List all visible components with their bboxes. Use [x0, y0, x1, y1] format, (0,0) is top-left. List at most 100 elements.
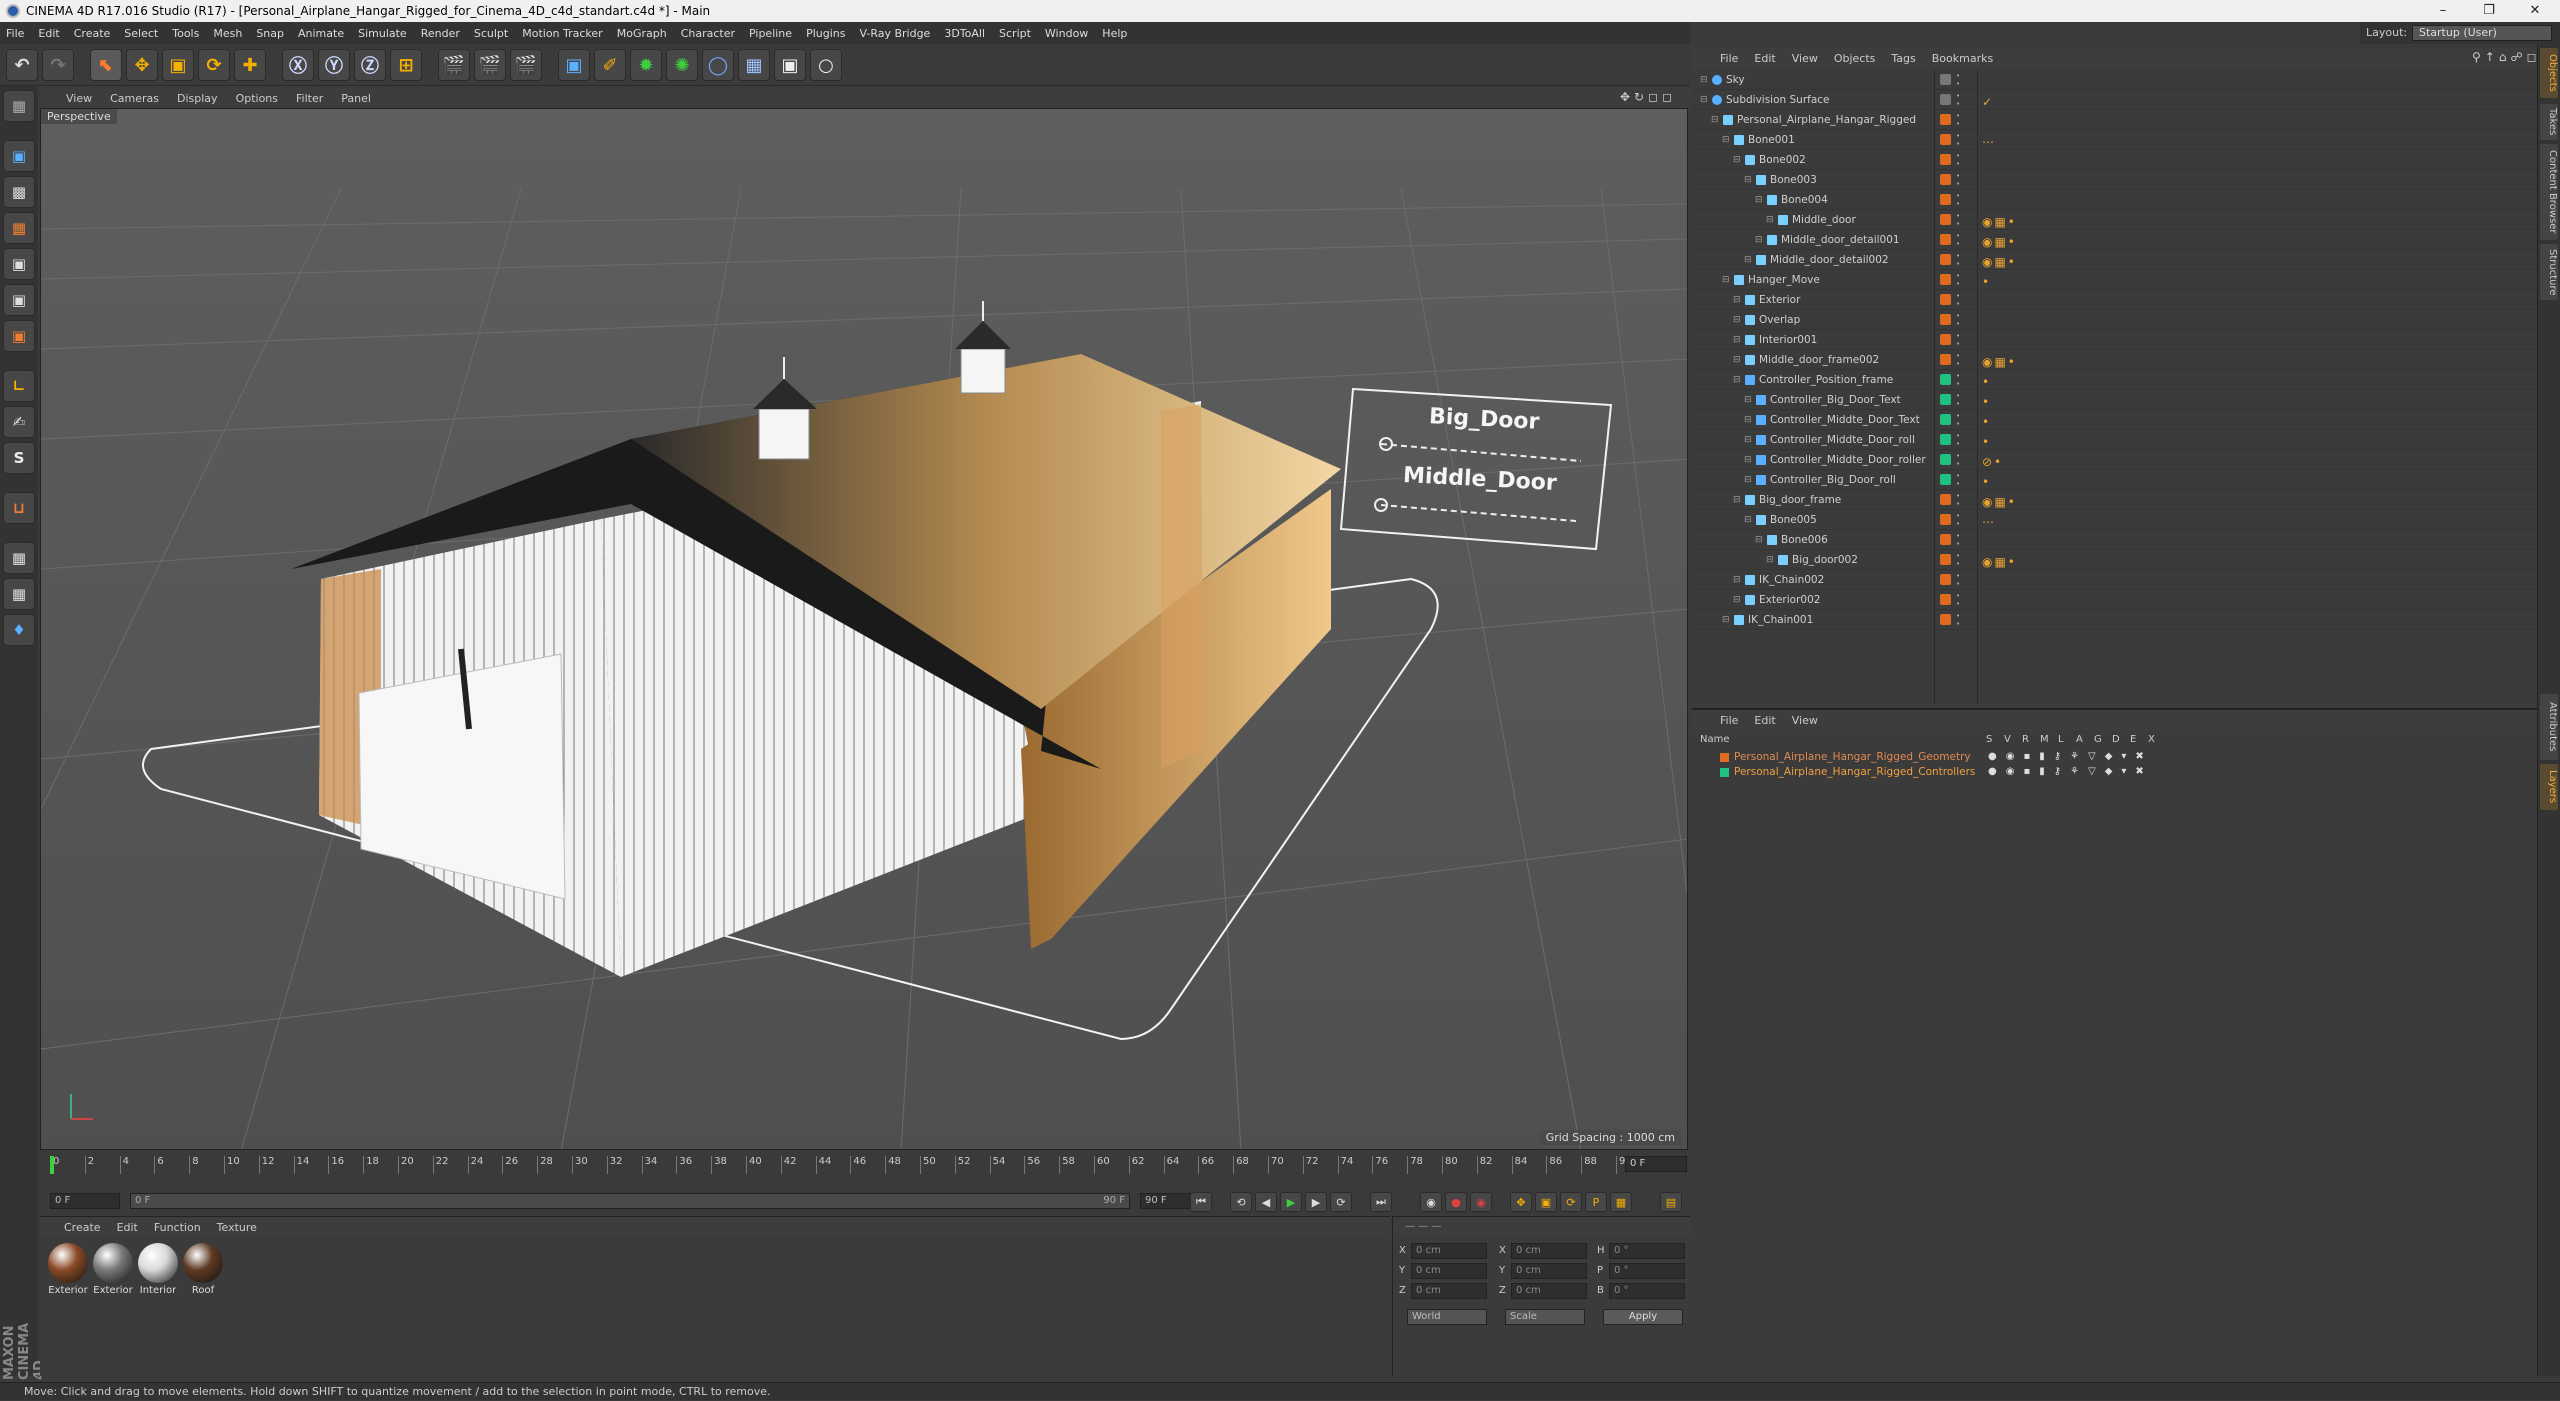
object-tags[interactable]: ◉▦• — [1982, 552, 2017, 572]
expand-icon[interactable]: ⊟ — [1744, 510, 1752, 530]
light-icon[interactable]: ○ — [810, 49, 842, 81]
polygons-mode-icon[interactable]: ▣ — [3, 320, 35, 352]
material-swatch[interactable]: Exterior — [91, 1241, 135, 1299]
object-row[interactable]: ⊟ Exterior • • — [1692, 290, 2537, 310]
menu-snap[interactable]: Snap — [256, 27, 284, 40]
menu-motion-tracker[interactable]: Motion Tracker — [522, 27, 602, 40]
coord-field[interactable]: 0 ° — [1609, 1263, 1685, 1279]
visibility-dots-icon[interactable]: • • — [1956, 132, 1960, 148]
visibility-dots-icon[interactable]: • • — [1956, 552, 1960, 568]
layer-color-tag[interactable] — [1940, 234, 1951, 245]
visibility-dots-icon[interactable]: • • — [1956, 72, 1960, 88]
visibility-dots-icon[interactable]: • • — [1956, 332, 1960, 348]
menu-mograph[interactable]: MoGraph — [617, 27, 667, 40]
current-frame-field[interactable]: 0 F — [1625, 1156, 1687, 1172]
material-swatch[interactable]: Exterior — [46, 1241, 90, 1299]
viewport-menu-display[interactable]: Display — [177, 92, 218, 105]
deformer-icon[interactable]: ◯ — [702, 49, 734, 81]
magnet-icon[interactable]: ⊔ — [3, 492, 35, 524]
expand-icon[interactable]: ⊟ — [1744, 250, 1752, 270]
layer-color-tag[interactable] — [1940, 414, 1951, 425]
expand-icon[interactable]: ⊟ — [1755, 530, 1763, 550]
object-row[interactable]: ⊟ IK_Chain002 • • — [1692, 570, 2537, 590]
object-row[interactable]: ⊟ Exterior002 • • — [1692, 590, 2537, 610]
expand-icon[interactable]: ⊟ — [1744, 430, 1752, 450]
layer-color-tag[interactable] — [1940, 214, 1951, 225]
object-tags[interactable]: ✓ — [1982, 92, 1994, 112]
autokey-icon[interactable]: ◉ — [1470, 1192, 1492, 1212]
expand-icon[interactable]: ⊟ — [1700, 70, 1708, 90]
material-menu-function[interactable]: Function — [154, 1221, 201, 1234]
redo-icon[interactable]: ↷ — [42, 49, 74, 81]
viewport-menu-options[interactable]: Options — [236, 92, 278, 105]
expand-icon[interactable]: ⊟ — [1733, 310, 1741, 330]
visibility-dots-icon[interactable]: • • — [1956, 592, 1960, 608]
apply-button[interactable]: Apply — [1603, 1309, 1683, 1325]
object-tags[interactable]: ◉▦• — [1982, 492, 2017, 512]
expand-icon[interactable]: ⊟ — [1744, 410, 1752, 430]
layer-color-tag[interactable] — [1940, 334, 1951, 345]
layer-color-tag[interactable] — [1940, 134, 1951, 145]
spline-pen-icon[interactable]: ✐ — [594, 49, 626, 81]
key-scale-icon[interactable]: ▣ — [1535, 1192, 1557, 1212]
object-row[interactable]: ⊟ Bone004 • • — [1692, 190, 2537, 210]
object-row[interactable]: ⊟ Controller_Big_Door_Text • • • — [1692, 390, 2537, 410]
menu-window[interactable]: Window — [1045, 27, 1088, 40]
object-row[interactable]: ⊟ Hanger_Move • • • — [1692, 270, 2537, 290]
menu-edit[interactable]: Edit — [38, 27, 59, 40]
timeline-ruler[interactable]: 0 2 4 6 8 10 12 14 16 18 20 22 24 26 28 30 32 34 36 38 40 42 4… — [50, 1156, 1632, 1174]
layer-color-tag[interactable] — [1940, 614, 1951, 625]
undo-icon[interactable]: ↶ — [6, 49, 38, 81]
object-tags[interactable]: ⋯ — [1982, 132, 1996, 152]
expand-icon[interactable]: ⊟ — [1711, 110, 1719, 130]
add-icon[interactable]: ✚ — [234, 49, 266, 81]
object-menu-objects[interactable]: Objects — [1834, 52, 1876, 65]
layer-toggle-icons[interactable]: ●◉▪▮⚷⚘▽◆▾✖ — [1988, 750, 2153, 764]
coord-field[interactable]: 0 ° — [1609, 1243, 1685, 1259]
layer-color-tag[interactable] — [1940, 574, 1951, 585]
object-tags[interactable]: ⊘• — [1982, 452, 2003, 472]
object-row[interactable]: ⊟ Bone002 • • — [1692, 150, 2537, 170]
object-row[interactable]: ⊟ Bone003 • • — [1692, 170, 2537, 190]
visibility-dots-icon[interactable]: • • — [1956, 492, 1960, 508]
object-row[interactable]: ⊟ Bone005 • • ⋯ — [1692, 510, 2537, 530]
menu-select[interactable]: Select — [124, 27, 158, 40]
layer-color-tag[interactable] — [1940, 454, 1951, 465]
key-parameter-icon[interactable]: P — [1585, 1192, 1607, 1212]
visibility-dots-icon[interactable]: • • — [1956, 432, 1960, 448]
y-axis-icon[interactable]: Ⓨ — [318, 49, 350, 81]
layer-color-tag[interactable] — [1940, 114, 1951, 125]
visibility-dots-icon[interactable]: • • — [1956, 352, 1960, 368]
visibility-dots-icon[interactable]: • • — [1956, 292, 1960, 308]
tab-layers[interactable]: Layers — [2540, 764, 2558, 810]
object-tags[interactable]: ◉▦• — [1982, 352, 2017, 372]
expand-icon[interactable]: ⊟ — [1733, 370, 1741, 390]
visibility-dots-icon[interactable]: • • — [1956, 212, 1960, 228]
expand-icon[interactable]: ⊟ — [1733, 350, 1741, 370]
object-search-icons[interactable]: ⚲↑⌂☍◻ — [2472, 50, 2541, 64]
frame-range-slider[interactable]: 0 F 90 F — [130, 1193, 1130, 1209]
scale-icon[interactable]: ▣ — [162, 49, 194, 81]
points-mode-icon[interactable]: ▣ — [3, 248, 35, 280]
make-editable-icon[interactable]: ▦ — [3, 90, 35, 122]
expand-icon[interactable]: ⊟ — [1766, 210, 1774, 230]
go-to-start-icon[interactable]: ⏮ — [1190, 1192, 1212, 1212]
menu-sculpt[interactable]: Sculpt — [474, 27, 508, 40]
expand-icon[interactable]: ⊟ — [1755, 230, 1763, 250]
layer-menu-edit[interactable]: Edit — [1754, 714, 1775, 727]
x-axis-icon[interactable]: Ⓧ — [282, 49, 314, 81]
object-row[interactable]: ⊟ Middle_door_detail002 • • ◉▦• — [1692, 250, 2537, 270]
visibility-dots-icon[interactable]: • • — [1956, 572, 1960, 588]
object-row[interactable]: ⊟ Controller_Middte_Door_Text • • • — [1692, 410, 2537, 430]
visibility-dots-icon[interactable]: • • — [1956, 612, 1960, 628]
visibility-dots-icon[interactable]: • • — [1956, 512, 1960, 528]
array-icon[interactable]: ✺ — [666, 49, 698, 81]
coord-field[interactable]: 0 ° — [1609, 1283, 1685, 1299]
expand-icon[interactable]: ⊟ — [1733, 590, 1741, 610]
render-settings-icon[interactable]: 🎬 — [510, 49, 542, 81]
object-menu-edit[interactable]: Edit — [1754, 52, 1775, 65]
viewport-nav-icons[interactable]: ✥↻◻◻ — [1620, 90, 1676, 104]
material-swatch[interactable]: Interior — [136, 1241, 180, 1299]
timeline-window-icon[interactable]: ▤ — [1660, 1192, 1682, 1212]
visibility-dots-icon[interactable]: • • — [1956, 92, 1960, 108]
